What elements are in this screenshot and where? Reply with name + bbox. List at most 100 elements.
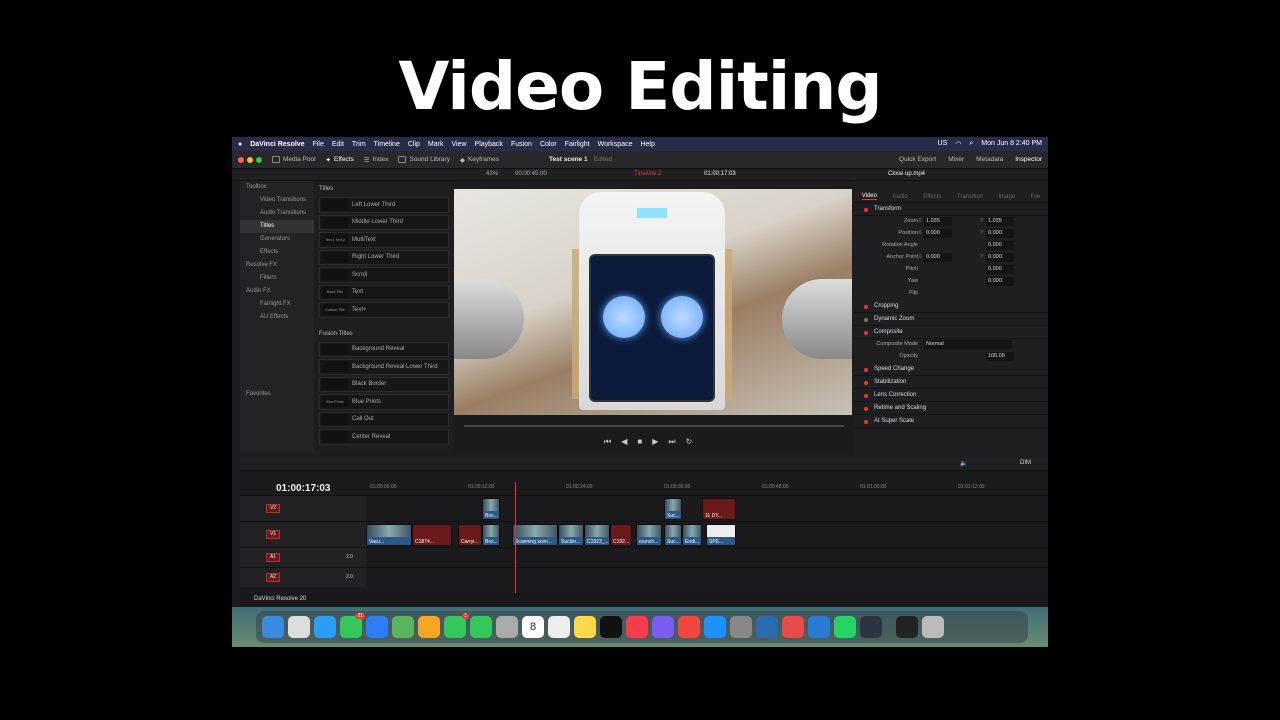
title-item[interactable]: Right Lower Third [319,249,449,265]
calendar-icon[interactable]: 8 [522,616,544,638]
timeline-clip[interactable]: Suckin... [558,524,584,546]
reverse-play-icon[interactable]: ◀ [621,437,627,447]
photos-icon[interactable] [418,616,440,638]
system-settings-icon[interactable] [730,616,752,638]
input-language[interactable]: US [938,140,948,148]
volume-icon[interactable]: 🔈 [960,460,967,467]
phone-icon[interactable] [470,616,492,638]
track-label[interactable]: A1 [266,553,280,562]
facetime-icon[interactable]: 1 [444,613,469,638]
timeline-clip[interactable]: Endi... [682,524,702,546]
zoom-window-button[interactable] [256,156,262,163]
track-label[interactable]: A2 [266,573,280,582]
menu-help[interactable]: Help [640,141,654,148]
menu-workspace[interactable]: Workspace [598,141,633,148]
finder-icon[interactable] [262,616,284,638]
menu-color[interactable]: Color [540,141,557,148]
media-pool-button[interactable]: Media Pool [272,156,316,163]
fusion-title-item[interactable]: Call Out [319,411,449,427]
zoom-x-field[interactable]: 1.035 [924,217,952,226]
menu-fusion[interactable]: Fusion [511,141,532,148]
launchpad-icon[interactable] [288,616,310,638]
messages-icon[interactable]: 21 [340,613,365,638]
section-lens-correction[interactable]: Lens Correction [854,389,1048,402]
clock[interactable]: Mon Jun 8 2:40 PM [981,140,1042,148]
tree-audio-fx[interactable]: Audio FX [240,285,314,298]
timeline-clip[interactable]: Box... [482,524,500,546]
app-menu[interactable]: DaVinci Resolve [250,141,304,148]
effects-button[interactable]: ✦ Effects [326,156,354,164]
zoom-y-field[interactable]: 1.035 [986,217,1014,226]
tab-image[interactable]: Image [998,194,1015,200]
rotation-field[interactable]: 0.000 [986,241,1014,250]
tree-favorites[interactable]: Favorites [240,388,314,401]
tree-titles[interactable]: Titles [240,220,314,233]
zoom-dropdown[interactable]: 43% [486,171,498,177]
loop-icon[interactable]: ↻ [686,437,693,447]
maps-icon[interactable] [392,616,414,638]
position-x-field[interactable]: 0.000 [924,229,952,238]
position-y-field[interactable]: 0.000 [986,229,1014,238]
keyframes-button[interactable]: ◆ Keyframes [460,156,499,164]
menu-clip[interactable]: Clip [408,141,420,148]
window-thumbnail-icon[interactable] [896,616,918,638]
track-label[interactable]: V1 [266,530,280,539]
quick-export-button[interactable]: Quick Export [899,156,936,163]
tree-au-effects[interactable]: AU Effects [240,311,314,324]
timeline-ruler[interactable]: 01:00:00:00 01:00:12:00 01:00:24:00 01:0… [366,482,1048,492]
play-icon[interactable]: ▶ [652,437,658,447]
apple-icon[interactable]: ● [238,141,242,148]
mail-icon[interactable] [366,616,388,638]
timeline-clip[interactable]: C1923_... [584,524,610,546]
anchor-x-field[interactable]: 0.000 [924,253,952,262]
apple-tv-icon[interactable] [600,616,622,638]
fusion-title-item[interactable]: Background Reveal [319,341,449,357]
tree-effects[interactable]: Effects [240,246,314,259]
outlook-icon[interactable] [808,616,830,638]
timeline-clip[interactable]: SPE... [706,524,736,546]
menu-playback[interactable]: Playback [475,141,503,148]
title-item[interactable]: Scroll [319,267,449,283]
section-stabilization[interactable]: Stabilization [854,376,1048,389]
index-button[interactable]: ☰ Index [364,156,389,164]
timeline-clip[interactable]: Suc... [664,524,682,546]
metadata-button[interactable]: Metadata [976,156,1003,163]
tab-audio[interactable]: Audio [892,194,907,200]
contacts-icon[interactable] [496,616,518,638]
timeline-clip[interactable]: C192... [610,524,632,546]
minimize-window-button[interactable] [247,156,253,163]
trash-icon[interactable] [922,616,944,638]
jump-start-icon[interactable]: ⏮ [604,437,611,447]
search-icon[interactable]: ⌕ [969,140,973,148]
jump-end-icon[interactable]: ⏭ [668,437,675,447]
title-item[interactable]: Left Lower Third [319,197,449,213]
rocket-app-icon[interactable] [678,616,700,638]
tab-transition[interactable]: Transition [957,194,983,200]
music-icon[interactable] [626,616,648,638]
timeline-clip[interactable]: Vacu... [366,524,412,546]
menu-edit[interactable]: Edit [332,141,344,148]
title-item[interactable]: Custom Title Text+ [319,302,449,318]
section-cropping[interactable]: Cropping [854,300,1048,313]
track-label[interactable]: V2 [266,504,280,513]
davinci-resolve-icon[interactable] [860,616,882,638]
podcasts-icon[interactable] [652,616,674,638]
tree-generators[interactable]: Generators [240,233,314,246]
yaw-field[interactable]: 0.000 [986,277,1014,286]
inspector-button[interactable]: Inspector [1015,156,1042,163]
menu-fairlight[interactable]: Fairlight [565,141,590,148]
mixer-button[interactable]: Mixer [948,156,964,163]
sound-library-button[interactable]: Sound Library [398,156,450,163]
menu-mark[interactable]: Mark [428,141,444,148]
fusion-title-item[interactable]: Blue Prints Blue Prints [319,394,449,410]
close-window-button[interactable] [238,156,244,163]
section-transform[interactable]: Transform [854,203,1048,216]
menu-file[interactable]: File [313,141,324,148]
safari-icon[interactable] [314,616,336,638]
stop-icon[interactable]: ■ [637,437,642,447]
fusion-title-item[interactable]: Black Border [319,376,449,392]
tab-video[interactable]: Video [861,193,877,200]
notes-icon[interactable] [574,616,596,638]
title-item[interactable]: Text 1 Text 2 MultiText [319,232,449,248]
timeline-clip[interactable]: crunch... [636,524,662,546]
